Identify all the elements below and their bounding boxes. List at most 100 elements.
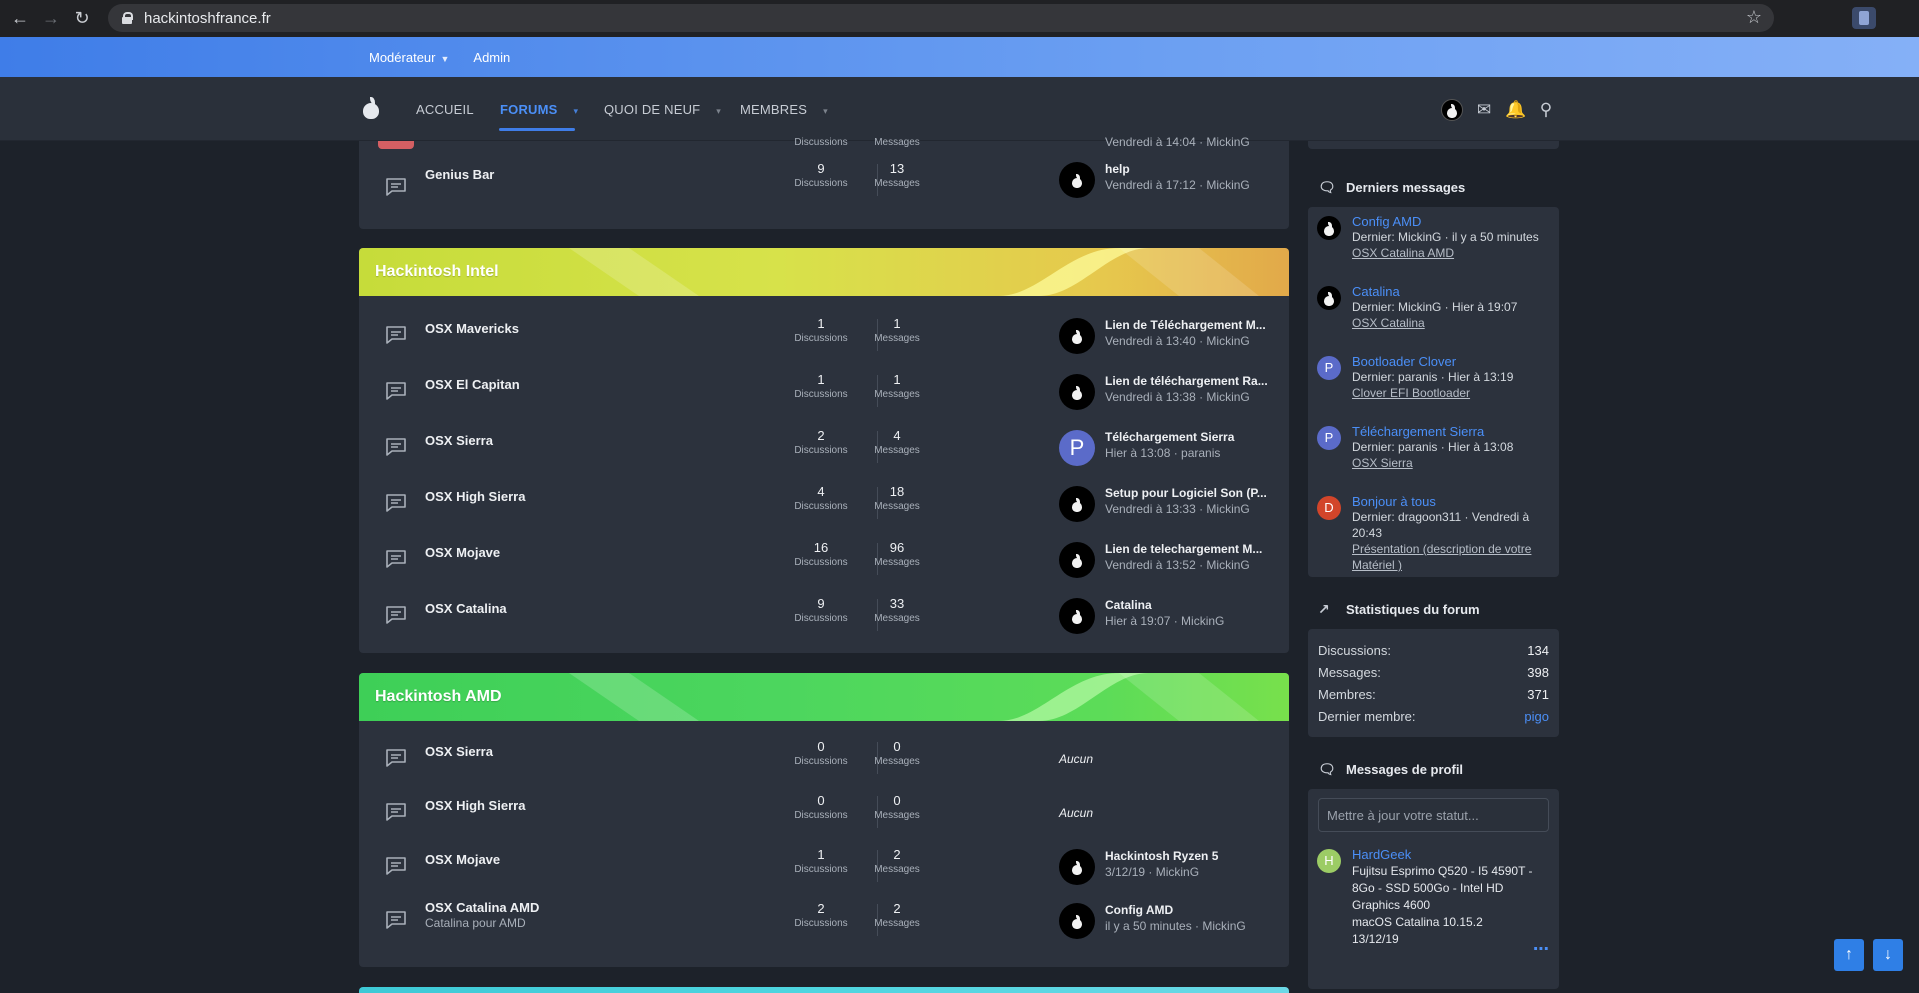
- latest-post-forum[interactable]: OSX Catalina: [1352, 315, 1549, 331]
- status-input[interactable]: [1318, 798, 1549, 832]
- forum-row[interactable]: OSX Sierra 2 Discussions 4 Messages P Téléchar…: [359, 423, 1289, 479]
- caret-down-icon[interactable]: ▾: [823, 106, 828, 116]
- category-header[interactable]: Hackintosh AMD: [359, 673, 1289, 721]
- url-text[interactable]: hackintoshfrance.fr: [144, 10, 271, 27]
- nav-members[interactable]: MEMBRES ▾: [740, 102, 828, 117]
- discussions-stat: 1 Discussions: [789, 372, 853, 400]
- last-post-title[interactable]: Catalina: [1105, 598, 1275, 612]
- user-avatar[interactable]: [1317, 216, 1341, 240]
- last-post-avatar[interactable]: P: [1059, 430, 1095, 466]
- last-post-title[interactable]: Setup pour Logiciel Son (P...: [1105, 486, 1275, 500]
- latest-post-forum[interactable]: OSX Sierra: [1352, 455, 1549, 471]
- nav-whats-new-label: QUOI DE NEUF: [604, 102, 701, 117]
- envelope-icon[interactable]: ✉: [1474, 100, 1494, 120]
- forum-title[interactable]: OSX Mavericks: [425, 321, 519, 336]
- chart-icon: ↗: [1318, 601, 1330, 617]
- forum-row[interactable]: OSX Sierra 0 Discussions 0 Messages Aucun: [359, 734, 1289, 790]
- forum-title[interactable]: Genius Bar: [425, 167, 494, 182]
- category-title[interactable]: Hackintosh Intel: [375, 263, 499, 281]
- profile-post-author[interactable]: HardGeek: [1352, 847, 1549, 862]
- latest-post-title[interactable]: Téléchargement Sierra: [1352, 424, 1549, 439]
- last-post-title[interactable]: Lien de Téléchargement M...: [1105, 318, 1275, 332]
- last-post-title[interactable]: Téléchargement Sierra: [1105, 430, 1275, 444]
- apple-logo-icon[interactable]: [361, 97, 381, 119]
- forum-title[interactable]: OSX El Capitan: [425, 377, 520, 392]
- forum-row[interactable]: OSX High Sierra 0 Discussions 0 Messages Aucu…: [359, 788, 1289, 844]
- forum-title[interactable]: OSX High Sierra: [425, 798, 525, 813]
- category-header[interactable]: Hackintosh Intel: [359, 248, 1289, 296]
- last-post-avatar[interactable]: [1059, 903, 1095, 939]
- forum-title[interactable]: OSX Sierra: [425, 744, 493, 759]
- last-post-avatar[interactable]: [1059, 849, 1095, 885]
- forum-row[interactable]: OSX Mojave 16 Discussions 96 Messages Lien de…: [359, 535, 1289, 591]
- latest-member-link[interactable]: pigo: [1524, 709, 1549, 724]
- nav-whats-new[interactable]: QUOI DE NEUF ▾: [604, 102, 721, 117]
- caret-down-icon[interactable]: ▾: [574, 106, 579, 116]
- widget-title: Statistiques du forum: [1346, 601, 1480, 617]
- forum-row[interactable]: OSX Catalina 9 Discussions 33 Messages Catali…: [359, 591, 1289, 647]
- discussions-stat: 2 Discussions: [789, 901, 853, 929]
- search-icon[interactable]: ⚲: [1536, 100, 1556, 120]
- last-post-meta: Hier à 19:07 · MickinG: [1105, 614, 1225, 628]
- last-post-avatar[interactable]: [1059, 542, 1095, 578]
- user-avatar[interactable]: P: [1317, 426, 1341, 450]
- forum-title[interactable]: OSX Mojave: [425, 852, 500, 867]
- latest-post-title[interactable]: Config AMD: [1352, 214, 1549, 229]
- latest-post-meta: Dernier: MickinG · il y a 50 minutes: [1352, 230, 1539, 244]
- chat-bubble-icon: [385, 856, 407, 875]
- reload-icon[interactable]: ↻: [71, 8, 93, 30]
- forum-title[interactable]: OSX Sierra: [425, 433, 493, 448]
- user-avatar[interactable]: D: [1317, 496, 1341, 520]
- last-post-avatar[interactable]: [1059, 318, 1095, 354]
- forum-title[interactable]: OSX Mojave: [425, 545, 500, 560]
- more-options-icon[interactable]: ⋯: [1533, 939, 1550, 959]
- next-category-header: [359, 987, 1289, 993]
- scroll-up-button[interactable]: ↑: [1834, 939, 1864, 971]
- latest-post-forum[interactable]: Présentation (description de votre Matér…: [1352, 541, 1549, 573]
- user-avatar[interactable]: H: [1317, 849, 1341, 873]
- caret-down-icon[interactable]: ▾: [716, 106, 721, 116]
- scroll-down-button[interactable]: ↓: [1873, 939, 1903, 971]
- forum-row[interactable]: OSX El Capitan 1 Discussions 1 Messages Lien …: [359, 367, 1289, 423]
- extension-icon[interactable]: [1852, 7, 1876, 29]
- nav-forums[interactable]: FORUMS ▾: [500, 102, 578, 117]
- forum-row[interactable]: OSX Mojave 1 Discussions 2 Messages Hackintos…: [359, 842, 1289, 898]
- last-post-title[interactable]: Lien de téléchargement Ra...: [1105, 374, 1275, 388]
- user-avatar[interactable]: P: [1317, 356, 1341, 380]
- apple-avatar-icon: [1071, 915, 1083, 929]
- forum-title[interactable]: OSX High Sierra: [425, 489, 525, 504]
- last-post-avatar[interactable]: [1059, 374, 1095, 410]
- address-bar[interactable]: hackintoshfrance.fr ☆: [108, 4, 1774, 32]
- latest-post-forum[interactable]: Clover EFI Bootloader: [1352, 385, 1549, 401]
- moderator-menu[interactable]: Modérateur ▼: [369, 50, 449, 65]
- bell-icon[interactable]: 🔔: [1505, 100, 1526, 120]
- last-post-avatar[interactable]: [1059, 162, 1095, 198]
- staff-bar: Modérateur ▼ Admin: [0, 37, 1919, 77]
- last-post-avatar[interactable]: [1059, 486, 1095, 522]
- forum-title[interactable]: OSX Catalina: [425, 601, 507, 616]
- latest-post-title[interactable]: Bonjour à tous: [1352, 494, 1549, 509]
- forum-row[interactable]: OSX Catalina AMD Catalina pour AMD 2 Discus…: [359, 896, 1289, 952]
- partial-messages: Messages: [865, 135, 929, 148]
- user-avatar[interactable]: [1441, 99, 1463, 121]
- forum-row[interactable]: OSX High Sierra 4 Discussions 18 Messages Set…: [359, 479, 1289, 535]
- profile-post-text: Fujitsu Esprimo Q520 - I5 4590T - 8Go - …: [1352, 864, 1533, 912]
- back-arrow-icon[interactable]: ←: [9, 8, 31, 30]
- last-post-avatar[interactable]: [1059, 598, 1095, 634]
- forum-row-genius-bar[interactable]: Genius Bar 9 Discussions 13 Messages help …: [359, 158, 1289, 214]
- bookmark-star-icon[interactable]: ☆: [1746, 7, 1762, 28]
- user-avatar[interactable]: [1317, 286, 1341, 310]
- category-title[interactable]: Hackintosh AMD: [375, 688, 502, 706]
- forum-row[interactable]: OSX Mavericks 1 Discussions 1 Messages Lien d…: [359, 311, 1289, 367]
- last-post-title[interactable]: Config AMD: [1105, 903, 1275, 917]
- latest-post-title[interactable]: Catalina: [1352, 284, 1549, 299]
- nav-home[interactable]: ACCUEIL: [416, 102, 474, 117]
- latest-post-forum[interactable]: OSX Catalina AMD: [1352, 245, 1549, 261]
- admin-link[interactable]: Admin: [473, 50, 510, 65]
- last-post-title[interactable]: Hackintosh Ryzen 5: [1105, 849, 1275, 863]
- last-post-title[interactable]: help: [1105, 162, 1275, 176]
- forum-title[interactable]: OSX Catalina AMD: [425, 900, 539, 915]
- last-post-title[interactable]: Lien de telechargement M...: [1105, 542, 1275, 556]
- forward-arrow-icon[interactable]: →: [40, 8, 62, 30]
- latest-post-title[interactable]: Bootloader Clover: [1352, 354, 1549, 369]
